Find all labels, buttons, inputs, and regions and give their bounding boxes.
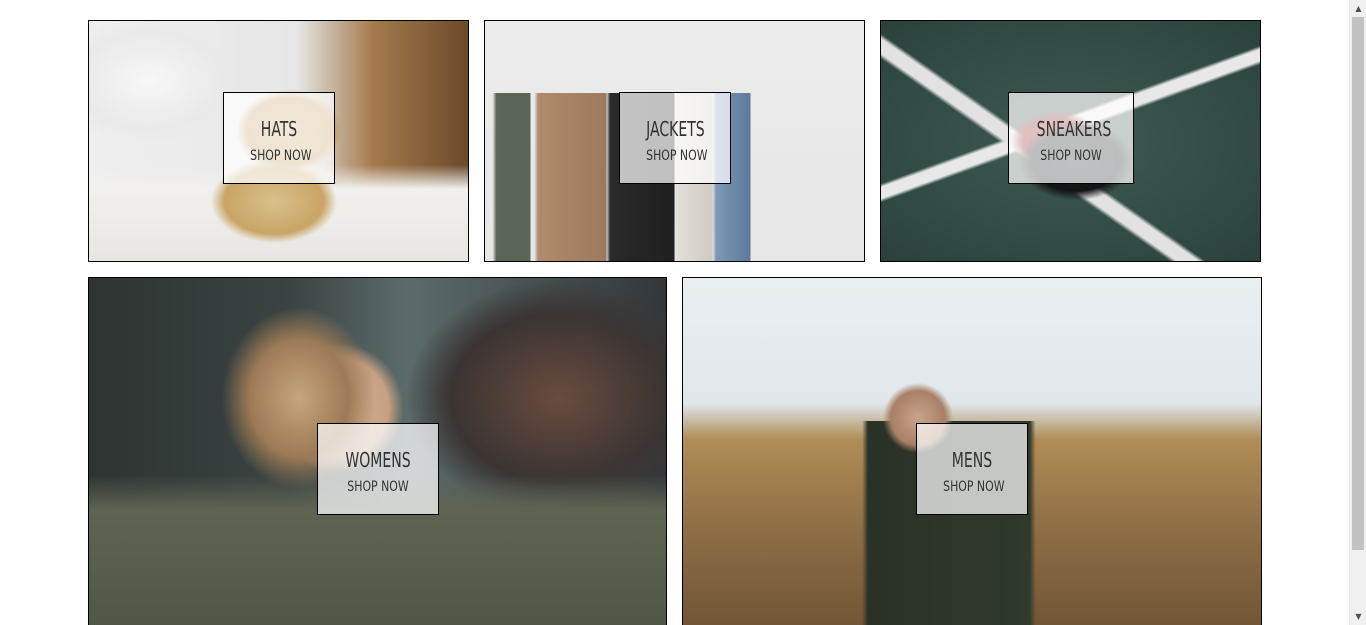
category-title: HATS [260, 117, 298, 141]
shop-now-link[interactable]: SHOP NOW [1037, 147, 1106, 165]
scroll-up-arrow-icon[interactable]: ▲ [1350, 0, 1366, 17]
shop-now-link[interactable]: SHOP NOW [250, 147, 311, 165]
scrollbar-thumb[interactable] [1352, 17, 1364, 550]
vertical-scrollbar[interactable]: ▲ ▼ [1349, 0, 1366, 625]
category-label-box[interactable]: WOMENS SHOP NOW [317, 423, 439, 515]
category-tile-mens[interactable]: MENS SHOP NOW [682, 277, 1262, 625]
category-label-box[interactable]: MENS SHOP NOW [916, 423, 1028, 515]
category-tile-sneakers[interactable]: SNEAKERS SHOP NOW [880, 20, 1261, 262]
category-tile-jackets[interactable]: JACKETS SHOP NOW [484, 20, 865, 262]
category-label-box[interactable]: SNEAKERS SHOP NOW [1008, 92, 1134, 184]
scroll-down-arrow-icon[interactable]: ▼ [1350, 608, 1366, 625]
category-title: JACKETS [646, 117, 705, 141]
shop-now-link[interactable]: SHOP NOW [943, 478, 1004, 496]
category-title: MENS [951, 448, 993, 472]
category-tile-hats[interactable]: HATS SHOP NOW [88, 20, 469, 262]
category-title: WOMENS [345, 448, 411, 472]
shop-now-link[interactable]: SHOP NOW [646, 147, 707, 165]
category-directory-page: HATS SHOP NOW JACKETS SHOP NOW SNEAKERS … [0, 0, 1366, 625]
category-title: SNEAKERS [1036, 117, 1112, 141]
category-label-box[interactable]: HATS SHOP NOW [223, 92, 335, 184]
shop-now-link[interactable]: SHOP NOW [345, 478, 411, 496]
category-tile-womens[interactable]: WOMENS SHOP NOW [88, 277, 667, 625]
category-label-box[interactable]: JACKETS SHOP NOW [619, 92, 731, 184]
